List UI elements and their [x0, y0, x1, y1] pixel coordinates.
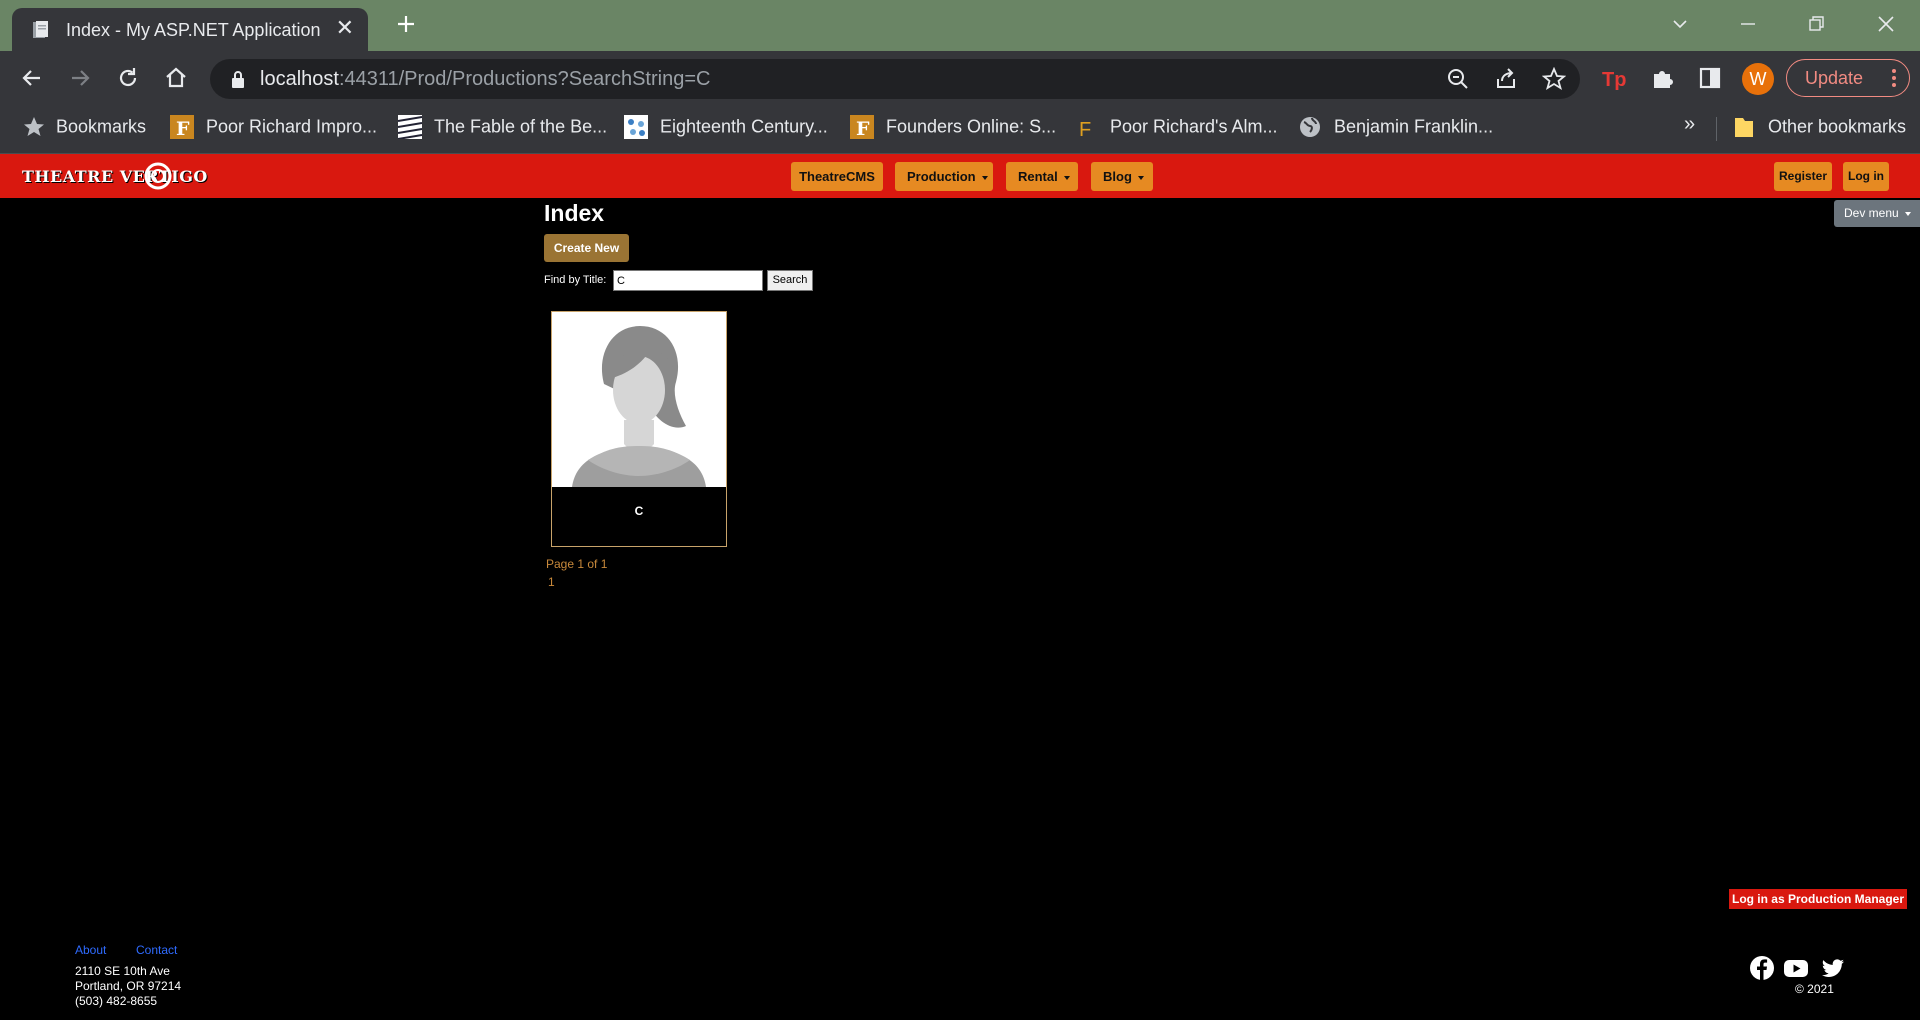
- profile-avatar[interactable]: W: [1742, 63, 1774, 95]
- chevron-down-icon: [1063, 175, 1070, 180]
- nav-blog[interactable]: Blog: [1091, 162, 1153, 191]
- bookmark-item[interactable]: The Fable of the Be...: [398, 115, 607, 143]
- footer-phone: (503) 482-8655: [75, 994, 158, 1008]
- footer-address-line1: 2110 SE 10th Ave: [75, 964, 170, 978]
- side-panel-icon[interactable]: [1696, 64, 1724, 92]
- url-host: localhost: [260, 68, 339, 90]
- search-input[interactable]: [613, 270, 763, 291]
- extensions-puzzle-icon[interactable]: [1648, 64, 1676, 92]
- create-new-button[interactable]: Create New: [544, 234, 629, 262]
- restore-icon[interactable]: [1802, 10, 1830, 38]
- reload-icon[interactable]: [114, 64, 142, 92]
- facebook-icon[interactable]: [1749, 955, 1775, 981]
- globe-icon: [1300, 117, 1320, 137]
- dev-menu-button[interactable]: Dev menu: [1834, 200, 1920, 227]
- browser-tabstrip: Index - My ASP.NET Application ✕: [0, 0, 1920, 51]
- bookmark-item[interactable]: Bookmarks: [22, 115, 146, 143]
- more-menu-icon[interactable]: [1891, 68, 1897, 88]
- youtube-icon[interactable]: [1783, 955, 1809, 981]
- bookmark-item[interactable]: Eighteenth Century...: [624, 115, 828, 143]
- nav-rental[interactable]: Rental: [1006, 162, 1078, 191]
- striped-favicon-icon: [398, 115, 422, 139]
- f-favicon-icon: F: [850, 115, 874, 139]
- svg-text:F: F: [1079, 119, 1091, 139]
- forward-icon[interactable]: [66, 64, 94, 92]
- twitter-icon[interactable]: [1820, 955, 1846, 981]
- footer-address-line2: Portland, OR 97214: [75, 979, 182, 993]
- new-tab-icon[interactable]: [392, 10, 420, 38]
- chevron-down-icon: [1137, 175, 1144, 180]
- close-window-icon[interactable]: [1872, 10, 1900, 38]
- pattern-favicon-icon: [624, 115, 648, 139]
- f-letter-favicon-icon: F: [1079, 119, 1091, 139]
- pagination-page-1[interactable]: 1: [548, 575, 555, 589]
- url-path: :44311/Prod/Productions?SearchString=C: [338, 68, 711, 90]
- share-icon[interactable]: [1494, 67, 1518, 91]
- tab-close-icon[interactable]: ✕: [336, 17, 354, 39]
- login-production-manager-button[interactable]: Log in as Production Manager: [1729, 889, 1907, 909]
- bookmark-item[interactable]: F Poor Richard Impro...: [170, 115, 377, 143]
- folder-icon: [1735, 118, 1753, 137]
- update-button[interactable]: Update: [1786, 59, 1910, 97]
- tp-extension-icon[interactable]: Tp: [1600, 64, 1628, 92]
- bookmarks-bar: Bookmarks F Poor Richard Impro... The Fa…: [0, 105, 1920, 154]
- login-button[interactable]: Log in: [1843, 162, 1889, 191]
- minimize-icon[interactable]: [1734, 10, 1762, 38]
- svg-text:F: F: [856, 118, 870, 139]
- site-navbar: THEATRE VERTIGO TheatreCMS Production Re…: [0, 154, 1920, 198]
- avatar-placeholder-icon: [552, 312, 726, 487]
- address-bar[interactable]: localhost:44311/Prod/Productions?SearchS…: [210, 59, 1580, 99]
- production-title[interactable]: C: [552, 504, 726, 518]
- footer-copyright: © 2021: [1795, 982, 1834, 996]
- nav-production[interactable]: Production: [895, 162, 993, 191]
- production-card[interactable]: C: [551, 311, 727, 547]
- back-icon[interactable]: [18, 64, 46, 92]
- nav-theatrecms[interactable]: TheatreCMS: [791, 162, 883, 191]
- star-icon: [24, 117, 44, 136]
- svg-text:Tp: Tp: [1602, 69, 1626, 91]
- f-favicon-icon: F: [170, 115, 194, 139]
- bookmark-item[interactable]: Benjamin Franklin...: [1298, 115, 1493, 143]
- footer-contact-link[interactable]: Contact: [136, 943, 177, 957]
- bookmarks-divider: [1716, 117, 1717, 141]
- bookmarks-overflow-button[interactable]: »: [1684, 113, 1695, 141]
- search-button[interactable]: Search: [767, 270, 813, 291]
- footer-about-link[interactable]: About: [75, 943, 106, 957]
- pagination-info: Page 1 of 1: [546, 557, 608, 571]
- chevron-down-icon: [981, 175, 988, 180]
- lock-icon[interactable]: [230, 70, 246, 88]
- page-title: Index: [544, 200, 605, 226]
- chevron-down-icon: [1904, 211, 1911, 216]
- production-image[interactable]: [552, 312, 726, 487]
- update-label: Update: [1805, 68, 1864, 88]
- zoom-out-icon[interactable]: [1446, 67, 1470, 91]
- url-text[interactable]: localhost:44311/Prod/Productions?SearchS…: [260, 68, 710, 91]
- page-favicon-icon: [33, 21, 48, 38]
- browser-tab[interactable]: Index - My ASP.NET Application ✕: [12, 8, 368, 51]
- browser-toolbar: localhost:44311/Prod/Productions?SearchS…: [0, 51, 1920, 105]
- find-by-title-label: Find by Title:: [544, 274, 607, 286]
- home-icon[interactable]: [162, 64, 190, 92]
- register-button[interactable]: Register: [1774, 162, 1832, 191]
- bookmark-item[interactable]: F Poor Richard's Alm...: [1074, 115, 1278, 143]
- logo-swirl-icon: [144, 162, 172, 190]
- bookmark-star-icon[interactable]: [1542, 67, 1566, 91]
- bookmark-item[interactable]: F Founders Online: S...: [850, 115, 1056, 143]
- tab-search-icon[interactable]: [1666, 10, 1694, 38]
- svg-text:F: F: [176, 118, 190, 139]
- tab-title: Index - My ASP.NET Application: [66, 20, 321, 40]
- logo-text: THEATRE VERTIGO: [22, 167, 208, 186]
- other-bookmarks[interactable]: Other bookmarks: [1732, 115, 1906, 143]
